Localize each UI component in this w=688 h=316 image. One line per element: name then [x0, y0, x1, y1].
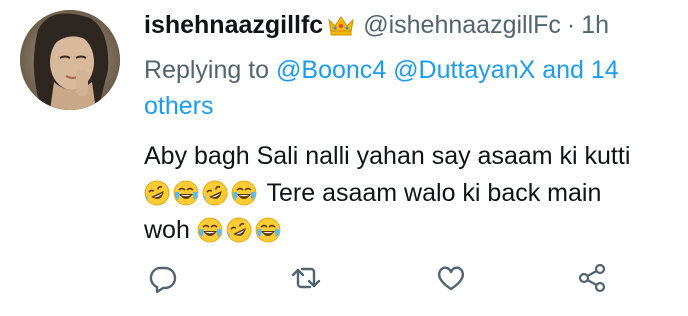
reply-button[interactable] [146, 262, 178, 294]
user-handle[interactable]: @ishehnaazgillFc [363, 11, 561, 40]
joy-emoji-icon [173, 180, 199, 206]
rofl-emoji-icon [226, 217, 252, 243]
tweet-text-line: Aby bagh Sali nalli yahan say asaam ki k… [144, 142, 631, 170]
retweet-icon [291, 267, 321, 289]
tweet-time[interactable]: 1h [581, 11, 609, 40]
tweet-content: ishehnaazgillfc @ishehnaazgillFc · 1h Re… [144, 6, 680, 249]
mention-link[interactable]: @DuttayanX [393, 56, 535, 84]
tweet[interactable]: ishehnaazgillfc @ishehnaazgillFc · 1h Re… [0, 0, 688, 316]
share-button[interactable] [576, 262, 608, 294]
tweet-actions [144, 262, 624, 296]
rofl-emoji-icon [144, 180, 170, 206]
joy-emoji-icon [255, 217, 281, 243]
avatar[interactable] [20, 10, 120, 110]
retweet-button[interactable] [290, 262, 322, 294]
joy-emoji-icon [197, 217, 223, 243]
tweet-text-line-3: woh [144, 212, 684, 249]
tweet-text-segment: Tere asaam walo ki back main [266, 179, 602, 207]
replying-to: Replying to @Boonc4 @DuttayanX and 14 ot… [144, 52, 664, 124]
replying-prefix: Replying to [144, 56, 277, 84]
share-icon [578, 263, 606, 293]
reply-icon [149, 266, 177, 294]
tweet-text: Aby bagh Sali nalli yahan say asaam ki k… [144, 138, 684, 249]
avatar-image [20, 10, 120, 110]
crown-icon [327, 14, 355, 36]
heart-icon [437, 266, 465, 291]
tweet-text-line-2: Tere asaam walo ki back main [144, 175, 684, 212]
mention-link[interactable]: @Boonc4 [276, 56, 386, 84]
tweet-text-segment: woh [144, 216, 190, 244]
tweet-header: ishehnaazgillfc @ishehnaazgillFc · 1h [144, 6, 680, 44]
display-name[interactable]: ishehnaazgillfc [144, 11, 323, 40]
joy-emoji-icon [231, 180, 257, 206]
separator-dot: · [566, 10, 576, 39]
like-button[interactable] [435, 262, 467, 294]
rofl-emoji-icon [202, 180, 228, 206]
